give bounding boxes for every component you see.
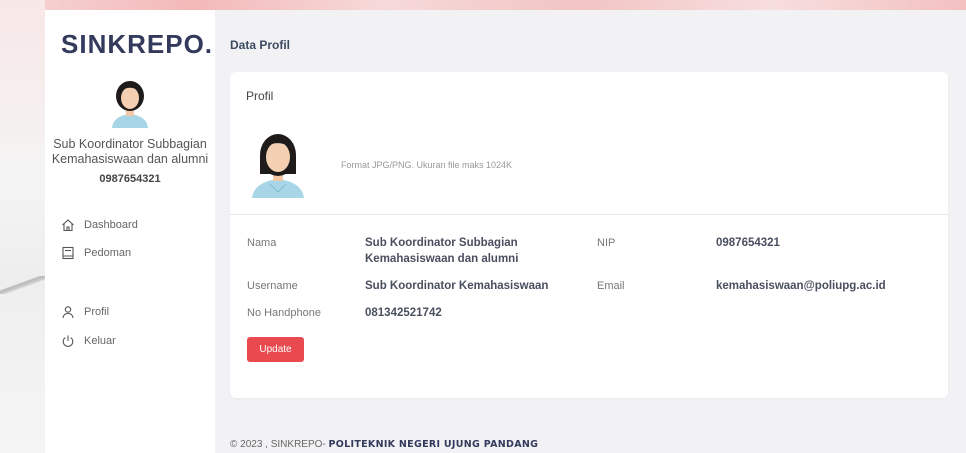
sidebar-avatar [107, 80, 153, 128]
footer-copyright: © 2023 , SINKREPO- [230, 439, 329, 450]
brand-logo[interactable]: SINKREPO. [61, 29, 213, 60]
sidebar-item-label: Dashboard [84, 219, 138, 231]
book-icon [61, 246, 75, 260]
profile-card: Profil Format JPG/PNG. Ukuran file maks … [230, 72, 948, 398]
email-value: kemahasiswaan@poliupg.ac.id [716, 280, 886, 292]
sidebar-item-label: Pedoman [84, 247, 132, 259]
nip-value: 0987654321 [716, 237, 780, 249]
nama-value: Sub Koordinator Subbagian Kemahasiswaan … [365, 237, 519, 265]
footer: © 2023 , SINKREPO- POLITEKNIK NEGERI UJU… [230, 439, 538, 450]
username-value: Sub Koordinator Kemahasiswaan [365, 280, 549, 292]
sidebar-item-dashboard[interactable]: Dashboard [61, 215, 138, 235]
email-label: Email [597, 280, 625, 292]
page-title: Data Profil [230, 38, 291, 52]
sidebar-item-profil[interactable]: Profil [61, 302, 109, 322]
watermark-line [0, 276, 45, 294]
watermark-stripe [0, 0, 966, 10]
nip-label: NIP [597, 237, 616, 249]
nama-label: Nama [247, 237, 277, 249]
watermark-left [0, 0, 45, 453]
power-icon [61, 334, 75, 348]
sidebar-nip: 0987654321 [99, 173, 161, 185]
sidebar-item-label: Keluar [84, 335, 116, 347]
hp-label: No Handphone [247, 307, 322, 319]
photo-format-note: Format JPG/PNG. Ukuran file maks 1024K [341, 160, 513, 170]
sidebar-item-keluar[interactable]: Keluar [61, 331, 116, 351]
divider [230, 214, 948, 215]
sidebar-item-label: Profil [84, 306, 110, 318]
home-icon [61, 218, 75, 232]
sidebar-role: Sub Koordinator Subbagian Kemahasiswaan … [51, 137, 209, 166]
footer-org: POLITEKNIK NEGERI UJUNG PANDANG [328, 439, 539, 450]
sidebar: SINKREPO. Sub Koordinator Subbagian Kema… [45, 10, 215, 453]
hp-value: 081342521742 [365, 307, 442, 319]
card-title: Profil [246, 89, 274, 103]
profile-photo[interactable] [248, 132, 308, 198]
update-button[interactable]: Update [247, 337, 304, 362]
username-label: Username [247, 280, 298, 292]
user-icon [61, 305, 75, 319]
sidebar-item-pedoman[interactable]: Pedoman [61, 243, 131, 263]
